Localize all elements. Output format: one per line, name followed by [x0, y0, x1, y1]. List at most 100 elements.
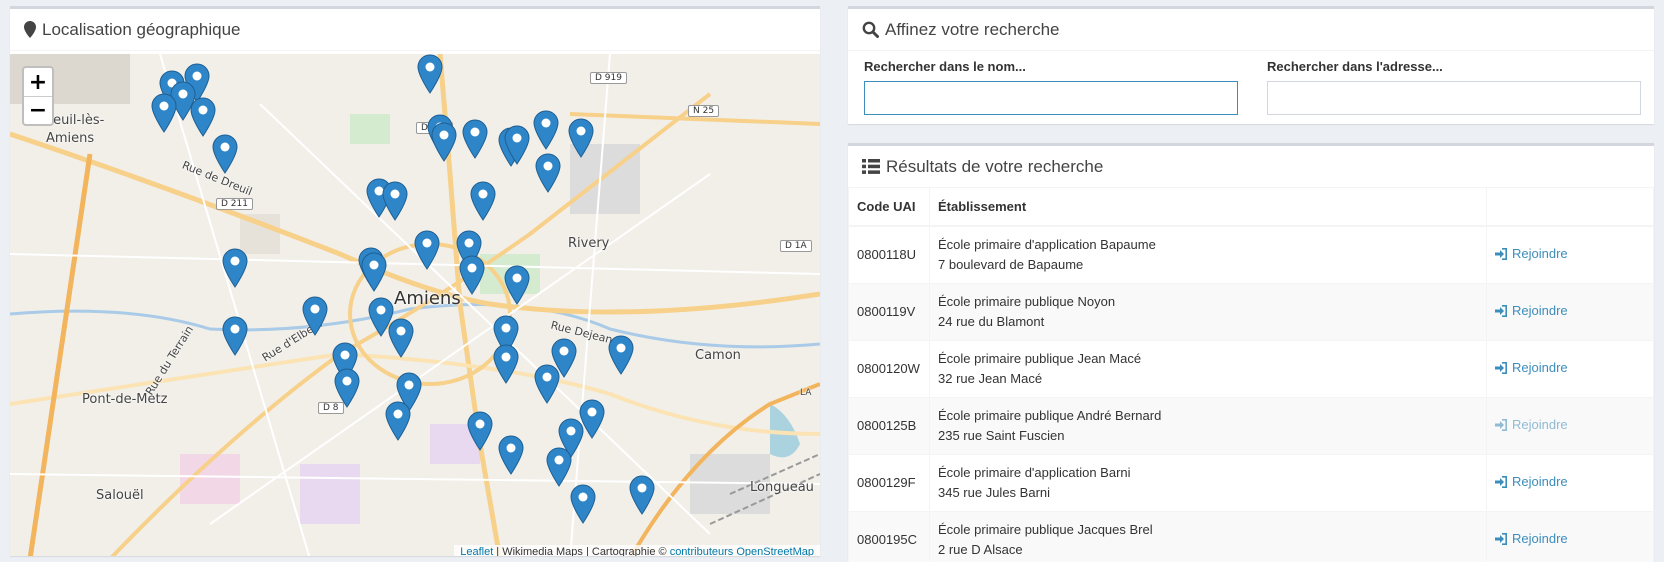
map-marker-pin[interactable]: [535, 153, 561, 193]
road-badge-d919: D 919: [590, 72, 627, 84]
road-badge-n25: N 25: [688, 105, 720, 117]
cell-action: Rejoindre: [1486, 282, 1654, 341]
map-label-camon: Camon: [695, 348, 741, 363]
map-label-longueau: Longueau: [750, 480, 814, 495]
map-marker-pin[interactable]: [431, 122, 457, 162]
rejoindre-link[interactable]: Rejoindre: [1495, 301, 1568, 321]
map-marker-pin[interactable]: [385, 401, 411, 441]
etablissement-name: École primaire publique Noyon: [938, 293, 1116, 309]
map-marker-pin[interactable]: [459, 255, 485, 295]
osm-link[interactable]: contributeurs OpenStreetMap: [670, 546, 814, 556]
map-marker-pin[interactable]: [498, 435, 524, 475]
map-marker-pin[interactable]: [462, 119, 488, 159]
map-marker-pin[interactable]: [546, 447, 572, 487]
address-search-input[interactable]: [1267, 81, 1641, 115]
sign-in-icon: [1495, 361, 1507, 374]
cell-code: 0800129F: [848, 453, 930, 512]
etablissement-address: 32 rue Jean Macé: [938, 370, 1043, 386]
map-marker-pin[interactable]: [414, 230, 440, 270]
etablissement-address: 2 rue D Alsace: [938, 541, 1023, 557]
sign-in-icon: [1495, 418, 1507, 431]
map-marker-pin[interactable]: [222, 316, 248, 356]
results-body: 0800118U École primaire d'application Bap…: [848, 225, 1654, 562]
search-panel-title: Affinez votre recherche: [885, 19, 1060, 39]
map-marker-pin[interactable]: [470, 181, 496, 221]
etablissement-name: École primaire publique André Bernard: [938, 407, 1162, 423]
results-table: Code UAI Établissement 0800118U École pri…: [848, 188, 1654, 562]
map-attribution: Leaflet | Wikimedia Maps | Cartographie …: [454, 545, 820, 556]
list-icon: [862, 159, 880, 174]
cell-etablissement: École primaire publique Noyon 24 rue du B…: [929, 282, 1487, 341]
map-label-amiens: Amiens: [394, 288, 461, 309]
map-marker-pin[interactable]: [579, 399, 605, 439]
map-marker-pin[interactable]: [361, 252, 387, 292]
map-marker-pin[interactable]: [504, 265, 530, 305]
column-header-etablissement[interactable]: Établissement: [929, 188, 1487, 227]
map-panel: Localisation géographique Dreuil-lès- Am…: [10, 6, 820, 556]
map-marker-pin[interactable]: [212, 134, 238, 174]
cell-etablissement: École primaire d'application Barni 345 ru…: [929, 453, 1487, 512]
rejoindre-link[interactable]: Rejoindre: [1495, 472, 1568, 492]
cell-action: Rejoindre: [1486, 339, 1654, 398]
cell-action: Rejoindre: [1486, 396, 1654, 455]
zoom-in-button[interactable]: +: [24, 68, 52, 96]
etablissement-name: École primaire d'application Barni: [938, 464, 1131, 480]
sign-in-icon: [1495, 475, 1507, 488]
map-label-saloul: Salouël: [96, 488, 144, 503]
etablissement-address: 345 rue Jules Barni: [938, 484, 1051, 500]
attribution-text: | Wikimedia Maps | Cartographie ©: [493, 546, 670, 556]
map-marker-pin[interactable]: [302, 296, 328, 336]
cell-code: 0800125B: [848, 396, 930, 455]
cell-code: 0800119V: [848, 282, 930, 341]
column-header-code[interactable]: Code UAI: [848, 188, 930, 227]
etablissement-address: 24 rue du Blamont: [938, 313, 1045, 329]
map-marker-pin[interactable]: [151, 93, 177, 133]
map-marker-pin[interactable]: [568, 118, 594, 158]
cell-code: 0800118U: [848, 225, 930, 284]
sign-in-icon: [1495, 304, 1507, 317]
zoom-out-button[interactable]: −: [24, 96, 52, 124]
map-marker-pin[interactable]: [388, 318, 414, 358]
map-panel-title: Localisation géographique: [42, 19, 241, 39]
results-header-row: Code UAI Établissement: [848, 188, 1654, 227]
cell-etablissement: École primaire publique Jean Macé 32 rue …: [929, 339, 1487, 398]
rejoindre-link[interactable]: Rejoindre: [1495, 358, 1568, 378]
rejoindre-link[interactable]: Rejoindre: [1495, 244, 1568, 264]
address-search-label: Rechercher dans l'adresse...: [1267, 59, 1443, 74]
map-label-dreuil-2: Amiens: [46, 131, 95, 146]
rejoindre-label: Rejoindre: [1512, 416, 1568, 432]
results-panel-title: Résultats de votre recherche: [886, 156, 1104, 176]
map-marker-pin[interactable]: [570, 484, 596, 524]
map-marker-pin[interactable]: [467, 411, 493, 451]
map-marker-pin[interactable]: [222, 248, 248, 288]
road-badge-d1a: D 1A: [780, 240, 812, 252]
table-row: 0800118U École primaire d'application Bap…: [848, 225, 1654, 284]
etablissement-address: 7 boulevard de Bapaume: [938, 256, 1084, 272]
map-panel-header: Localisation géographique: [10, 9, 820, 51]
map-marker-pin[interactable]: [382, 181, 408, 221]
map-marker-pin[interactable]: [493, 344, 519, 384]
map-marker-icon: [24, 21, 36, 38]
leaflet-link[interactable]: Leaflet: [460, 546, 493, 556]
map-canvas[interactable]: Dreuil-lès- Amiens Amiens Rivery Camon P…: [10, 54, 820, 556]
map-marker-pin[interactable]: [190, 97, 216, 137]
table-row: 0800195C École primaire publique Jacques …: [848, 510, 1654, 562]
map-marker-pin[interactable]: [417, 54, 443, 94]
column-header-action: [1486, 188, 1654, 227]
map-marker-pin[interactable]: [533, 110, 559, 150]
etablissement-name: École primaire publique Jacques Brel: [938, 521, 1153, 537]
map-marker-pin[interactable]: [608, 335, 634, 375]
road-badge-d211: D 211: [216, 198, 253, 210]
name-search-input[interactable]: [864, 81, 1238, 115]
map-marker-pin[interactable]: [629, 475, 655, 515]
rejoindre-link[interactable]: Rejoindre: [1495, 529, 1568, 549]
map-marker-pin[interactable]: [504, 125, 530, 165]
map-marker-pin[interactable]: [334, 368, 360, 408]
search-panel: Affinez votre recherche Rechercher dans …: [848, 6, 1654, 124]
cell-action: Rejoindre: [1486, 510, 1654, 562]
rejoindre-label: Rejoindre: [1512, 302, 1568, 318]
sign-in-icon: [1495, 247, 1507, 260]
rejoindre-link[interactable]: Rejoindre: [1495, 415, 1568, 435]
map-marker-pin[interactable]: [534, 364, 560, 404]
results-panel-header: Résultats de votre recherche: [848, 146, 1654, 188]
